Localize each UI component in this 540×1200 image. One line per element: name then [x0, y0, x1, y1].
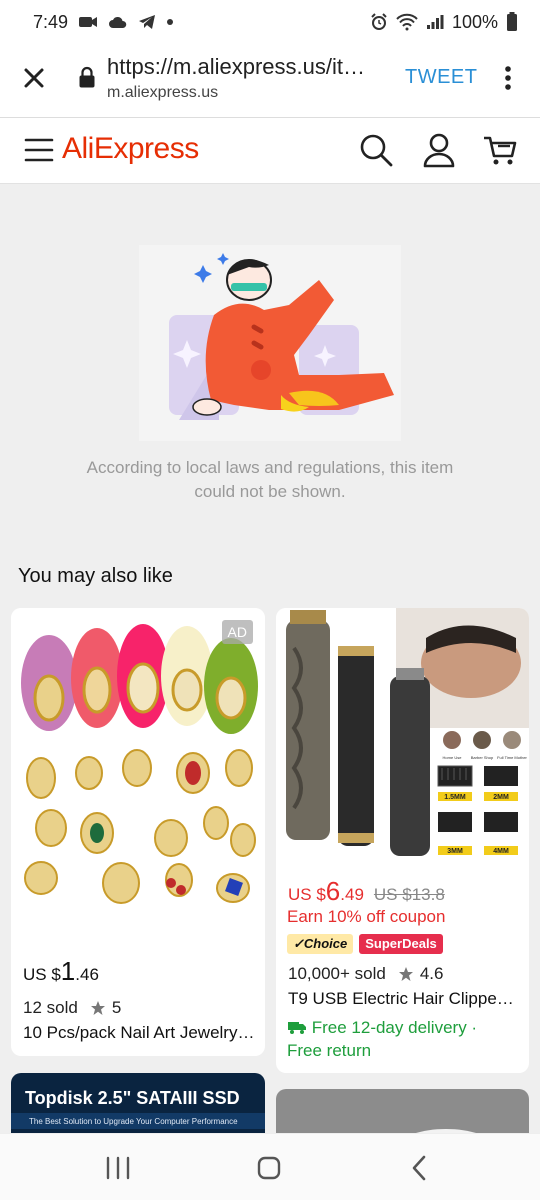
battery-percentage: 100% [451, 11, 498, 32]
status-time: 7:49 [33, 11, 69, 32]
aliexpress-logo[interactable]: AliExpress [62, 132, 199, 166]
delivery-info: Free 12-day delivery · Free return [287, 1016, 517, 1062]
image-label-full-time-mother: Full Time Mother [497, 755, 527, 760]
return-text: Free return [287, 1041, 372, 1060]
alarm-icon [371, 13, 387, 30]
price-currency: US $ [23, 965, 61, 984]
image-label-home-use: Home Use [443, 755, 463, 760]
sales-rating-row: 12 sold 5 [23, 998, 121, 1018]
rating-value: 5 [111, 998, 122, 1017]
banner-subtitle: The Best Solution to Upgrade Your Comput… [29, 1117, 238, 1126]
price-decimal: .46 [75, 965, 99, 984]
system-navigation-bar [0, 1133, 540, 1200]
truck-icon [288, 1022, 306, 1034]
product-card[interactable]: AD US $1.46 12 sold 5 10 Pcs/pack Nail A… [11, 608, 265, 1056]
unavailable-notice: According to local laws and regulations,… [86, 458, 454, 501]
choice-badge: ✓Choice [287, 934, 354, 954]
price-currency: US $ [288, 885, 326, 904]
dot-icon [167, 19, 174, 25]
logo-text: AliExpress [62, 132, 199, 165]
lock-icon[interactable] [78, 66, 96, 88]
camera-notification-icon [79, 17, 98, 27]
wifi-icon [396, 13, 418, 31]
sold-count: 12 sold [23, 998, 78, 1017]
cart-icon[interactable] [482, 132, 518, 168]
rating-value: 4.6 [419, 964, 444, 983]
product-card[interactable]: Home Use Barber Shop Full Time Mother 1.… [276, 608, 529, 1073]
close-tab-icon[interactable] [18, 62, 50, 94]
search-icon[interactable] [358, 132, 394, 168]
browser-toolbar: https://m.aliexpress.us/it… m.aliexpress… [0, 44, 540, 118]
section-title: You may also like [18, 565, 173, 587]
battery-icon [507, 12, 517, 31]
sales-rating-row: 10,000+ sold 4.6 [288, 964, 443, 984]
cloud-icon [109, 16, 127, 28]
coupon-text: Earn 10% off coupon [287, 907, 446, 926]
product-price: US $6.49 US $13.8 [288, 876, 445, 907]
guard-label-2mm: 2MM [493, 794, 509, 801]
price-integer: 1 [60, 956, 76, 986]
price-decimal: .49 [340, 885, 364, 904]
guard-label-1-5mm: 1.5MM [444, 794, 466, 801]
original-price: US $13.8 [373, 885, 445, 904]
url-text[interactable]: https://m.aliexpress.us/it… [107, 54, 392, 80]
url-domain[interactable]: m.aliexpress.us [107, 84, 218, 102]
product-price: US $1.46 [23, 956, 99, 987]
unavailable-item-illustration [139, 245, 401, 441]
account-icon[interactable] [421, 132, 457, 168]
choice-badge-label: Choice [303, 936, 348, 951]
product-title[interactable]: T9 USB Electric Hair Clipper… [288, 989, 518, 1009]
star-icon [90, 1001, 105, 1015]
back-icon[interactable] [405, 1154, 435, 1182]
image-label-barber-shop: Barber Shop [471, 755, 494, 760]
superdeals-badge: SuperDeals [359, 934, 443, 954]
star-icon [398, 967, 413, 981]
recent-apps-icon[interactable] [103, 1154, 133, 1182]
tweet-button[interactable]: TWEET [405, 66, 478, 89]
sold-count: 10,000+ sold [288, 964, 386, 983]
status-bar: 7:49 100% [0, 0, 540, 44]
product-image[interactable] [11, 608, 265, 938]
site-header: AliExpress [0, 118, 540, 184]
guard-label-3mm: 3MM [447, 848, 463, 855]
home-icon[interactable] [254, 1154, 284, 1182]
telegram-icon [139, 15, 156, 29]
more-options-icon[interactable] [498, 64, 518, 92]
ad-badge: AD [221, 620, 253, 644]
product-title[interactable]: 10 Pcs/pack Nail Art Jewelry… [23, 1023, 255, 1043]
price-integer: 6 [325, 876, 341, 906]
menu-icon[interactable] [24, 137, 54, 163]
guard-label-4mm: 4MM [493, 848, 509, 855]
product-image[interactable]: Home Use Barber Shop Full Time Mother 1.… [276, 608, 529, 858]
banner-title: Topdisk 2.5" SATAIII SSD [25, 1088, 240, 1108]
delivery-text: Free 12-day delivery · [311, 1018, 478, 1037]
signal-icon [426, 15, 444, 29]
badge-row: ✓Choice SuperDeals [287, 934, 443, 954]
